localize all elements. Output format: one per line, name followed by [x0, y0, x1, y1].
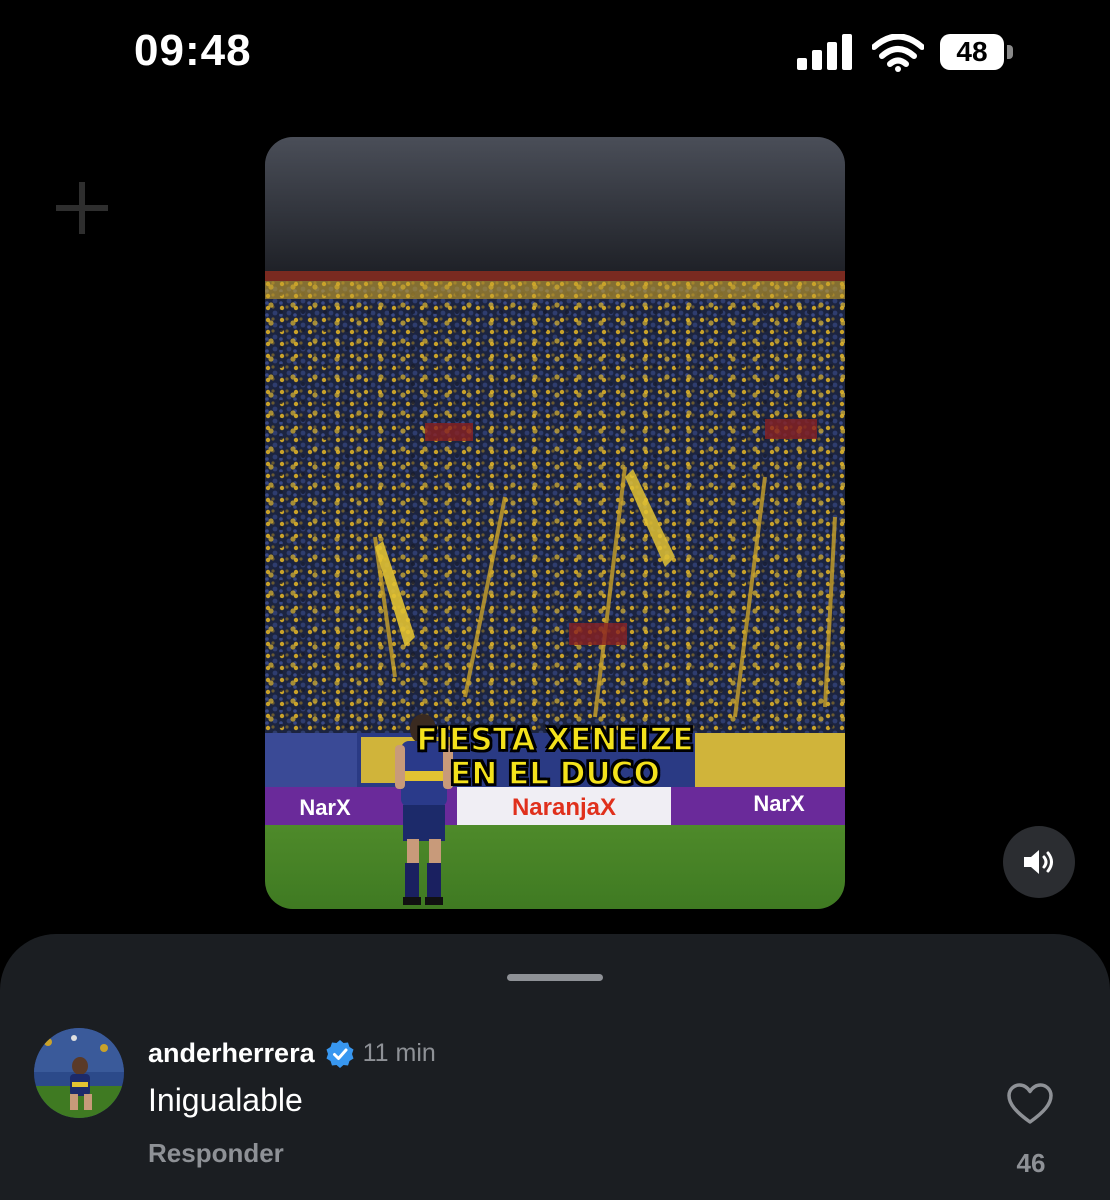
- reel-comments-screen: 09:48 48 NarX NaranjaX NarX FIESTA XENEI…: [0, 0, 1110, 1200]
- video-caption: FIESTA XENEIZE EN EL DUCO: [265, 722, 845, 792]
- drag-handle[interactable]: [507, 974, 603, 981]
- reply-button[interactable]: Responder: [148, 1138, 284, 1169]
- heart-icon[interactable]: [1006, 1082, 1054, 1126]
- verified-badge-icon: [326, 1039, 354, 1068]
- like-count: 46: [1016, 1148, 1046, 1178]
- battery-icon: 48: [940, 34, 1004, 70]
- caption-line-2: EN EL DUCO: [449, 756, 660, 792]
- speaker-on-icon: [1024, 850, 1053, 874]
- cellular-signal-icon: [797, 34, 852, 70]
- wifi-icon: [872, 34, 924, 72]
- comments-sheet: anderherrera 11 min Inigualable Responde…: [0, 934, 1110, 1200]
- ad-board-left: NarX: [299, 795, 351, 820]
- comment-header: anderherrera 11 min: [148, 1038, 436, 1069]
- ad-board-center: NaranjaX: [512, 794, 616, 821]
- status-time: 09:48: [134, 26, 252, 75]
- ad-board-right: NarX: [753, 791, 805, 816]
- avatar[interactable]: [34, 1028, 124, 1118]
- stadium-scene-image: NarX NaranjaX NarX: [265, 137, 845, 909]
- comment-time: 11 min: [362, 1039, 436, 1067]
- caption-line-1: FIESTA XENEIZE: [416, 722, 695, 758]
- plus-icon: [56, 182, 108, 234]
- battery-tip: [1007, 45, 1013, 59]
- comment-username[interactable]: anderherrera: [148, 1038, 315, 1069]
- sound-toggle-button[interactable]: [1003, 826, 1075, 898]
- battery-level: 48: [956, 36, 988, 67]
- reel-video[interactable]: NarX NaranjaX NarX FIESTA XENEIZE EN EL …: [265, 137, 845, 909]
- comment-text: Inigualable: [148, 1082, 303, 1118]
